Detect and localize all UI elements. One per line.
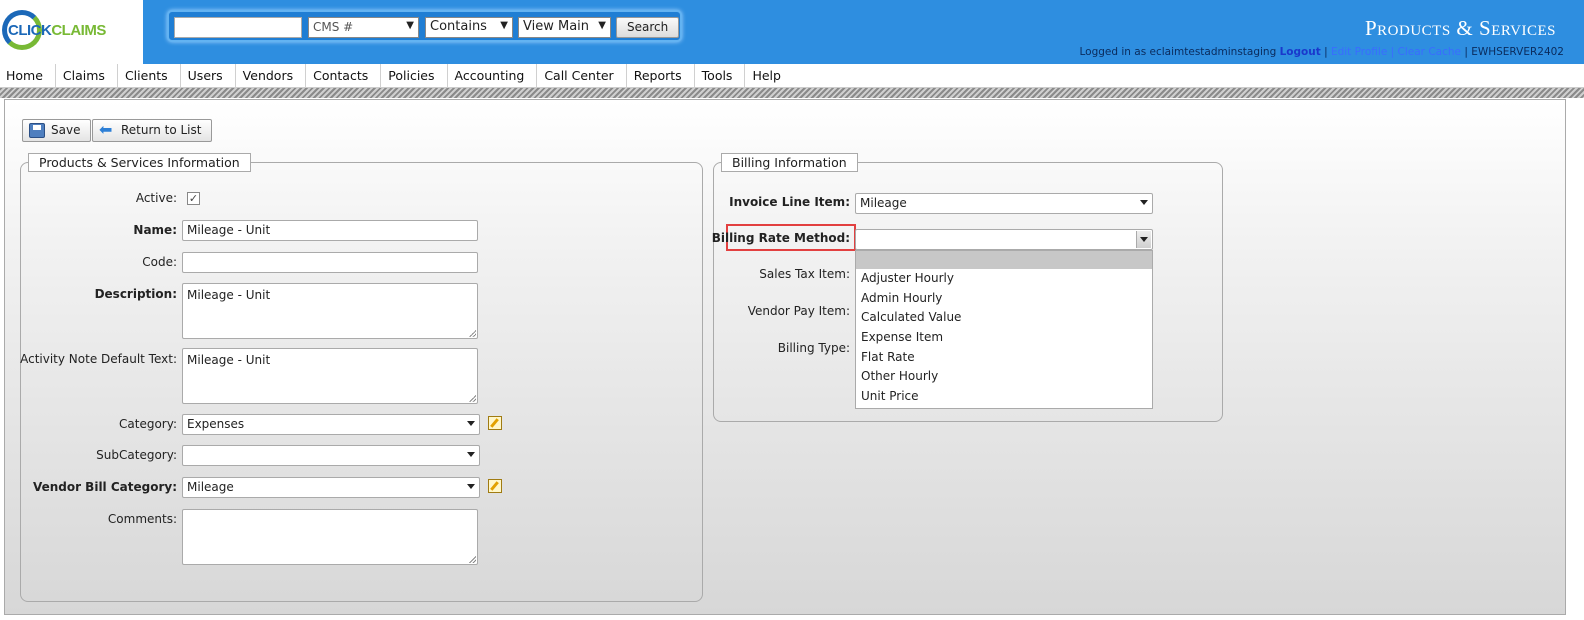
activity-note-textarea[interactable]: Mileage - Unit xyxy=(182,348,478,404)
category-select[interactable]: Expenses xyxy=(182,414,480,435)
check-icon: ✓ xyxy=(188,192,199,205)
menu-tools[interactable]: Tools xyxy=(695,64,746,88)
edit-vendor-bill-category-icon[interactable] xyxy=(488,479,502,493)
products-services-info-legend: Products & Services Information xyxy=(28,153,251,172)
search-button[interactable]: Search xyxy=(616,17,680,38)
code-field[interactable] xyxy=(182,252,478,273)
menu-accounting[interactable]: Accounting xyxy=(448,64,538,88)
billing-type-label: Billing Type: xyxy=(777,341,850,355)
logo-text-claims: CLAIMS xyxy=(51,22,106,39)
activity-note-label: Activity Note Default Text: xyxy=(20,352,177,366)
view-select-value: View Main xyxy=(523,19,590,34)
comments-label: Comments: xyxy=(107,512,177,526)
dropdown-option[interactable]: Expense Item xyxy=(856,328,1152,348)
return-to-list-button[interactable]: ⬅ Return to List xyxy=(92,119,213,142)
separator: | xyxy=(1464,46,1468,58)
menu-policies[interactable]: Policies xyxy=(381,64,448,88)
separator: | xyxy=(1390,46,1395,58)
billing-rate-method-select[interactable] xyxy=(855,229,1153,250)
header-divider xyxy=(0,88,1584,98)
logo-text-click: CLICK xyxy=(8,22,52,39)
menu-reports[interactable]: Reports xyxy=(627,64,695,88)
back-arrow-icon: ⬅ xyxy=(99,120,113,139)
search-field-select-value: CMS # xyxy=(313,20,354,34)
menu-call-center[interactable]: Call Center xyxy=(537,64,627,88)
billing-rate-method-dropdown: Adjuster Hourly Admin Hourly Calculated … xyxy=(855,250,1153,409)
vendor-bill-category-value: Mileage xyxy=(187,480,234,494)
logged-in-text: Logged in as eclaimtestadminstaging xyxy=(1079,46,1277,58)
menu-users[interactable]: Users xyxy=(181,64,236,88)
search-field-select[interactable]: CMS # ▼ xyxy=(308,17,419,38)
user-status-line: Logged in as eclaimtestadminstaging Logo… xyxy=(1079,46,1564,58)
invoice-line-item-label: Invoice Line Item: xyxy=(729,195,850,209)
name-field[interactable]: Mileage - Unit xyxy=(182,220,478,241)
search-input[interactable] xyxy=(174,17,302,38)
billing-info-fieldset: Billing Information Invoice Line Item: M… xyxy=(711,153,1223,422)
chevron-down-icon: ▼ xyxy=(406,20,414,31)
vendor-pay-item-label: Vendor Pay Item: xyxy=(747,304,850,318)
dropdown-option[interactable]: Admin Hourly xyxy=(856,289,1152,309)
dropdown-option[interactable]: Flat Rate xyxy=(856,348,1152,368)
clear-cache-link[interactable]: Clear Cache xyxy=(1398,46,1461,58)
subcategory-label: SubCategory: xyxy=(96,448,177,462)
chevron-down-icon xyxy=(467,484,475,489)
code-label: Code: xyxy=(142,255,177,269)
quick-search-panel: CMS # ▼ Contains ▼ View Main ▼ Search xyxy=(167,10,682,42)
menu-help[interactable]: Help xyxy=(745,64,793,88)
menu-claims[interactable]: Claims xyxy=(56,64,118,88)
vendor-bill-category-select[interactable]: Mileage xyxy=(182,477,480,498)
dropdown-option[interactable]: Adjuster Hourly xyxy=(856,269,1152,289)
chevron-down-icon: ▼ xyxy=(598,20,606,31)
chevron-down-icon xyxy=(467,421,475,426)
separator: | xyxy=(1324,46,1328,58)
chevron-down-icon: ▼ xyxy=(500,20,508,31)
search-operator-select[interactable]: Contains ▼ xyxy=(425,17,513,38)
dropdown-option[interactable]: Other Hourly xyxy=(856,367,1152,387)
save-icon xyxy=(29,123,45,138)
menu-contacts[interactable]: Contacts xyxy=(306,64,382,88)
category-label: Category: xyxy=(119,417,177,431)
dropdown-option[interactable]: Unit Price xyxy=(856,387,1152,407)
edit-category-icon[interactable] xyxy=(488,416,502,430)
chevron-down-icon xyxy=(1140,200,1148,205)
clickclaims-logo[interactable]: CLICKCLAIMS xyxy=(0,0,143,64)
invoice-line-item-value: Mileage xyxy=(860,196,907,210)
billing-rate-method-label: Billing Rate Method: xyxy=(711,231,850,245)
chevron-down-icon xyxy=(467,452,475,457)
billing-info-legend: Billing Information xyxy=(721,153,858,172)
return-button-label: Return to List xyxy=(121,123,202,137)
edit-profile-link[interactable]: Edit Profile xyxy=(1331,46,1387,58)
logout-link[interactable]: Logout xyxy=(1280,46,1321,58)
page-title: Products & Services xyxy=(1364,16,1556,40)
description-textarea[interactable]: Mileage - Unit xyxy=(182,283,478,339)
server-name: EWHSERVER2402 xyxy=(1471,46,1564,58)
menu-vendors[interactable]: Vendors xyxy=(236,64,307,88)
sales-tax-item-label: Sales Tax Item: xyxy=(759,267,850,281)
dropdown-option[interactable]: Calculated Value xyxy=(856,308,1152,328)
subcategory-select[interactable] xyxy=(182,445,480,466)
view-select[interactable]: View Main ▼ xyxy=(518,17,611,38)
chevron-down-icon[interactable] xyxy=(1136,231,1151,248)
products-services-info-fieldset: Products & Services Information Active: … xyxy=(20,153,703,602)
comments-textarea[interactable] xyxy=(182,509,478,565)
app-header: CLICKCLAIMS CMS # ▼ Contains ▼ View Main… xyxy=(0,0,1584,64)
menu-home[interactable]: Home xyxy=(0,64,56,88)
main-menu: Home Claims Clients Users Vendors Contac… xyxy=(0,64,1584,88)
description-label: Description: xyxy=(94,287,177,301)
save-button[interactable]: Save xyxy=(22,119,92,142)
save-button-label: Save xyxy=(51,123,81,137)
invoice-line-item-select[interactable]: Mileage xyxy=(855,193,1153,214)
vendor-bill-category-label: Vendor Bill Category: xyxy=(32,480,177,494)
name-label: Name: xyxy=(133,223,177,237)
main-content: Save ⬅ Return to List Products & Service… xyxy=(4,99,1566,615)
search-operator-value: Contains xyxy=(430,19,487,34)
dropdown-option-blank[interactable] xyxy=(856,251,1152,269)
active-label: Active: xyxy=(135,191,177,205)
category-value: Expenses xyxy=(187,417,245,431)
menu-clients[interactable]: Clients xyxy=(118,64,181,88)
active-checkbox[interactable]: ✓ xyxy=(187,192,200,205)
